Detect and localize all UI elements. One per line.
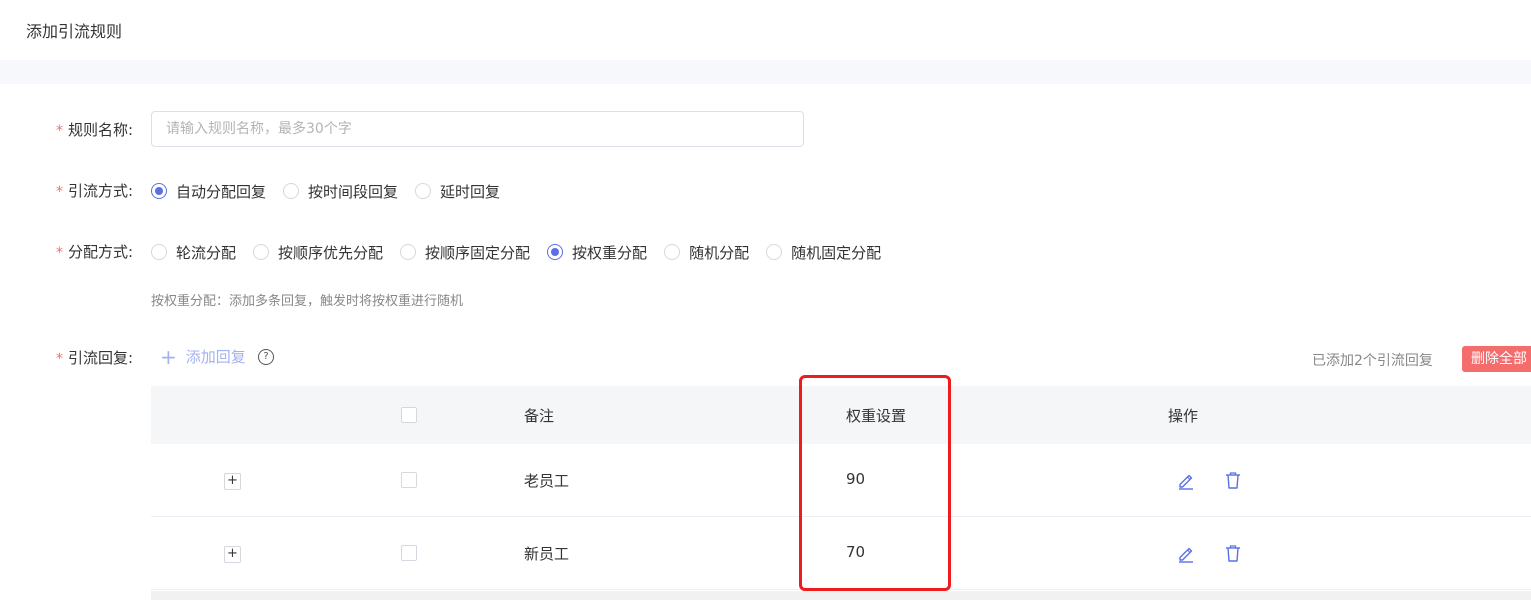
distribution-label-text: 分配方式:: [68, 243, 134, 261]
required-mark: *: [56, 245, 63, 261]
radio-label: 轮流分配: [176, 243, 237, 262]
header-actions: 操作: [1168, 407, 1199, 425]
radio-label: 按顺序优先分配: [278, 243, 384, 262]
radio-circle[interactable]: [547, 244, 564, 260]
row-checkbox[interactable]: [401, 545, 417, 561]
radio-label: 延时回复: [440, 182, 501, 201]
expand-row-button[interactable]: +: [224, 546, 241, 563]
radio-label: 按权重分配: [572, 243, 648, 262]
row-remark: 老员工: [524, 472, 570, 490]
radio-delay-reply[interactable]: 延时回复: [415, 181, 500, 202]
radio-order-fixed[interactable]: 按顺序固定分配: [400, 242, 530, 263]
weight-column-highlight: [799, 375, 951, 591]
traffic-method-label-text: 引流方式:: [68, 182, 134, 200]
header-divider: [0, 60, 1531, 84]
trash-icon[interactable]: [1223, 543, 1243, 563]
question-circle-icon[interactable]: ?: [258, 349, 274, 365]
edit-icon[interactable]: [1176, 470, 1196, 490]
radio-label: 自动分配回复: [176, 182, 267, 201]
expand-row-button[interactable]: +: [224, 473, 241, 490]
added-count-text: 已添加2个引流回复: [1312, 353, 1433, 369]
radio-label: 按时间段回复: [308, 182, 399, 201]
required-mark: *: [56, 123, 63, 139]
add-reply-label: 添加回复: [185, 348, 246, 366]
table-horizontal-scrollbar[interactable]: [151, 591, 1531, 600]
distribution-hint: 按权重分配：添加多条回复，触发时将按权重进行随机: [151, 294, 464, 309]
radio-by-weight[interactable]: 按权重分配: [547, 242, 647, 263]
radio-circle[interactable]: [400, 244, 417, 260]
rule-name-label-text: 规则名称:: [68, 121, 134, 139]
radio-circle[interactable]: [151, 183, 167, 199]
radio-circle[interactable]: [151, 244, 167, 260]
radio-circle[interactable]: [766, 244, 783, 260]
radio-time-period-reply[interactable]: 按时间段回复: [283, 181, 398, 202]
replies-label-text: 引流回复:: [68, 349, 134, 367]
traffic-method-radio-group: 自动分配回复 按时间段回复 延时回复: [151, 179, 517, 203]
distribution-radio-group: 轮流分配 按顺序优先分配 按顺序固定分配 按权重分配 随机分配 随机固定分配: [151, 240, 898, 264]
page-header: 添加引流规则: [0, 0, 1531, 60]
radio-circle[interactable]: [415, 183, 432, 199]
radio-order-priority[interactable]: 按顺序优先分配: [253, 242, 383, 263]
required-mark: *: [56, 351, 63, 367]
select-all-checkbox[interactable]: [401, 407, 417, 423]
radio-circle[interactable]: [664, 244, 681, 260]
replies-label: * 引流回复:: [56, 347, 133, 368]
add-reply-button[interactable]: + 添加回复: [160, 346, 246, 367]
radio-label: 随机固定分配: [791, 243, 882, 262]
row-remark: 新员工: [524, 545, 570, 563]
rule-name-label: * 规则名称:: [56, 119, 133, 140]
radio-auto-reply[interactable]: 自动分配回复: [151, 181, 266, 202]
trash-icon[interactable]: [1223, 470, 1243, 490]
radio-round-robin[interactable]: 轮流分配: [151, 242, 236, 263]
distribution-label: * 分配方式:: [56, 241, 133, 262]
radio-label: 按顺序固定分配: [425, 243, 531, 262]
radio-circle[interactable]: [253, 244, 270, 260]
header-remark: 备注: [524, 407, 555, 425]
row-checkbox[interactable]: [401, 472, 417, 488]
delete-all-button[interactable]: 删除全部: [1462, 346, 1531, 372]
plus-icon: +: [160, 344, 177, 369]
page-title: 添加引流规则: [26, 22, 123, 41]
radio-random-fixed[interactable]: 随机固定分配: [766, 242, 881, 263]
radio-circle[interactable]: [283, 183, 300, 199]
traffic-method-label: * 引流方式:: [56, 180, 133, 201]
rule-name-input[interactable]: [151, 111, 804, 147]
required-mark: *: [56, 184, 63, 200]
radio-random[interactable]: 随机分配: [664, 242, 749, 263]
edit-icon[interactable]: [1176, 543, 1196, 563]
radio-label: 随机分配: [689, 243, 750, 262]
